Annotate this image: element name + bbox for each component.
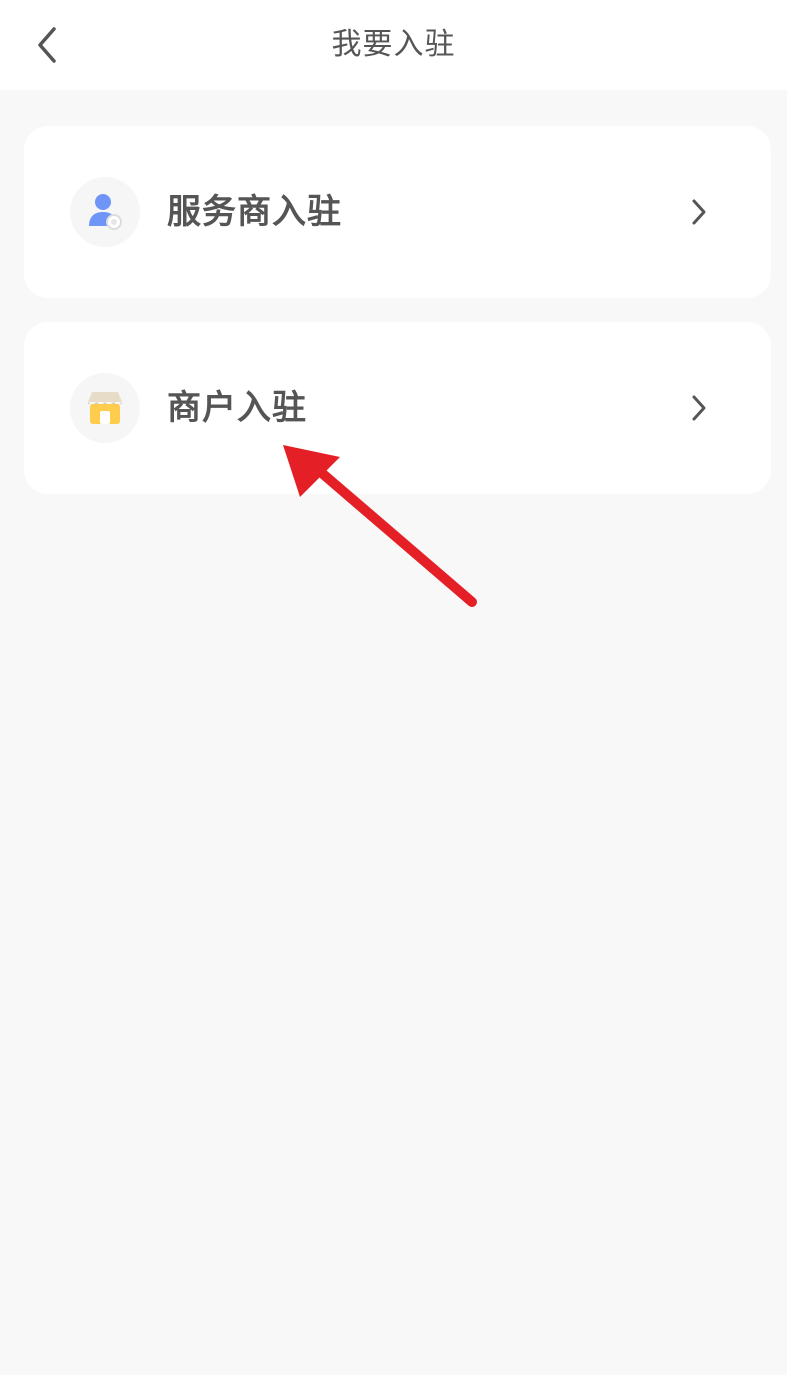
chevron-right-icon bbox=[692, 199, 706, 225]
service-provider-entry[interactable]: 服务商入驻 bbox=[24, 126, 771, 298]
service-provider-icon-wrap bbox=[70, 177, 140, 247]
merchant-entry[interactable]: 商户入驻 bbox=[24, 322, 771, 494]
chevron-right-icon bbox=[692, 395, 706, 421]
service-provider-arrow bbox=[679, 192, 719, 232]
service-provider-icon bbox=[89, 194, 122, 230]
top-nav-bar: 我要入驻 bbox=[0, 0, 787, 90]
merchant-label: 商户入驻 bbox=[167, 388, 307, 428]
merchant-arrow bbox=[679, 388, 719, 428]
page-title: 我要入驻 bbox=[331, 27, 456, 62]
storefront-icon bbox=[88, 392, 122, 424]
merchant-icon-wrap bbox=[70, 373, 140, 443]
service-provider-label: 服务商入驻 bbox=[167, 192, 342, 232]
